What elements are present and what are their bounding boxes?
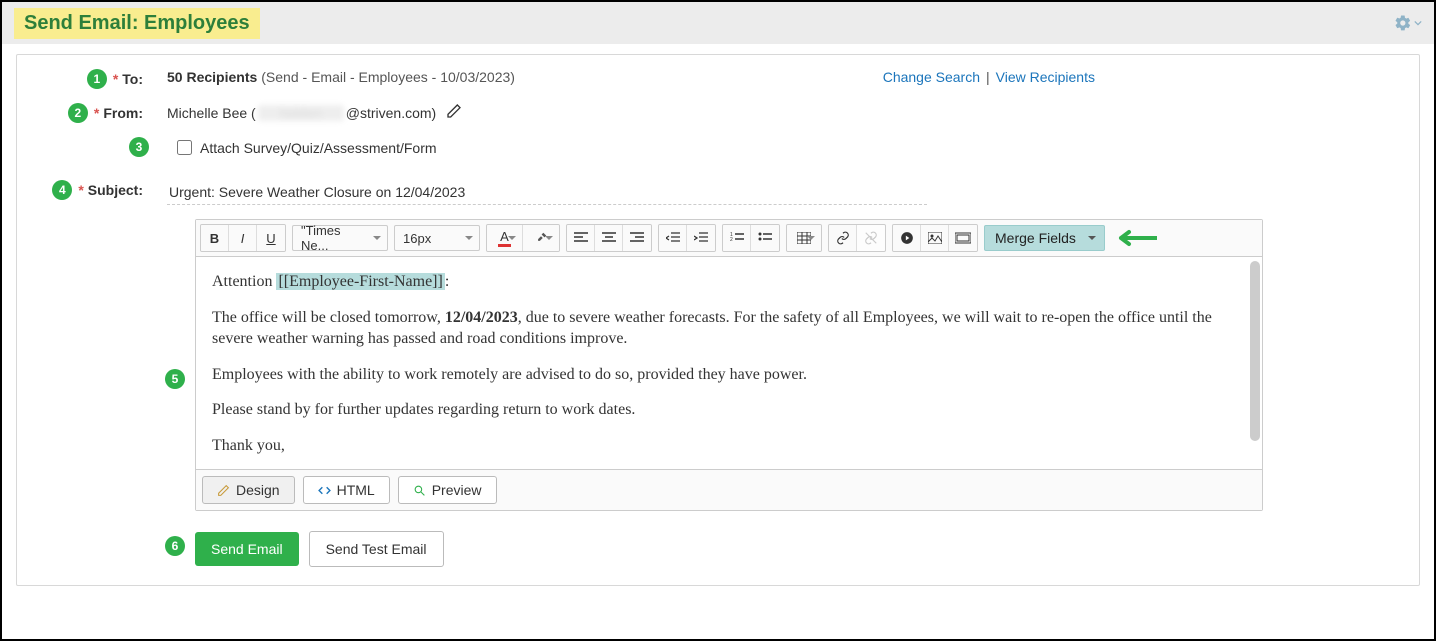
marker-3: 3 xyxy=(129,137,149,157)
from-row: 2 * From: Michelle Bee ( hidden @striven… xyxy=(39,103,1397,123)
link-separator: | xyxy=(986,69,990,85)
greeting-post: : xyxy=(445,273,449,290)
to-row: 1 * To: 50 Recipients (Send - Email - Em… xyxy=(39,69,1397,89)
tab-html-label: HTML xyxy=(337,482,375,498)
top-bar: Send Email: Employees xyxy=(2,2,1434,44)
marker-1: 1 xyxy=(87,69,107,89)
from-name: Michelle Bee ( xyxy=(167,105,256,121)
insert-image-button[interactable] xyxy=(921,225,949,251)
italic-button[interactable]: I xyxy=(229,225,257,251)
scrollbar[interactable] xyxy=(1250,261,1260,441)
numbered-list-button[interactable]: 12 xyxy=(723,225,751,251)
rich-text-editor: B I U "Times Ne... 16px A xyxy=(195,219,1263,511)
page-title: Send Email: Employees xyxy=(14,8,260,39)
body-p2: Employees with the ability to work remot… xyxy=(212,364,1246,386)
subject-label: Subject: xyxy=(88,182,143,198)
marker-5: 5 xyxy=(165,369,185,389)
actions-row: 6 Send Email Send Test Email xyxy=(195,531,1397,567)
merge-fields-dropdown[interactable]: Merge Fields xyxy=(984,225,1105,251)
tab-preview-label: Preview xyxy=(432,482,482,498)
tab-design[interactable]: Design xyxy=(202,476,295,504)
svg-text:2: 2 xyxy=(730,237,733,243)
body-p4: Thank you, xyxy=(212,435,1246,457)
bullet-list-button[interactable] xyxy=(751,225,779,251)
view-recipients-link[interactable]: View Recipients xyxy=(996,69,1095,85)
tab-html[interactable]: HTML xyxy=(303,476,390,504)
required-indicator: * xyxy=(78,182,83,198)
insert-video-button[interactable] xyxy=(893,225,921,251)
insert-table-button[interactable] xyxy=(787,225,821,251)
bold-button[interactable]: B xyxy=(201,225,229,251)
underline-button[interactable]: U xyxy=(257,225,285,251)
font-family-select[interactable]: "Times Ne... xyxy=(292,225,388,251)
editor-body[interactable]: Attention [[Employee-First-Name]]: The o… xyxy=(196,257,1262,469)
remove-link-button[interactable] xyxy=(857,225,885,251)
to-count: 50 Recipients xyxy=(167,69,257,85)
insert-media-button[interactable] xyxy=(949,225,977,251)
tab-design-label: Design xyxy=(236,482,280,498)
subject-input[interactable] xyxy=(167,180,927,205)
required-indicator: * xyxy=(113,71,118,87)
body-p3: Please stand by for further updates rega… xyxy=(212,399,1246,421)
body-p1-pre: The office will be closed tomorrow, xyxy=(212,309,445,326)
subject-row: 4 * Subject: xyxy=(39,180,1397,205)
attach-checkbox[interactable] xyxy=(177,140,192,155)
body-p1-date: 12/04/2023 xyxy=(445,309,518,326)
change-search-link[interactable]: Change Search xyxy=(883,69,980,85)
highlight-color-button[interactable] xyxy=(523,225,559,251)
to-label: To: xyxy=(122,71,143,87)
from-domain: @striven.com) xyxy=(346,105,436,121)
marker-6: 6 xyxy=(165,536,185,556)
merge-field-token: [[Employee-First-Name]] xyxy=(276,273,444,290)
outdent-button[interactable] xyxy=(659,225,687,251)
align-right-button[interactable] xyxy=(623,225,651,251)
font-color-button[interactable]: A xyxy=(487,225,523,251)
edit-from-icon[interactable] xyxy=(446,103,462,122)
font-size-select[interactable]: 16px xyxy=(394,225,480,251)
to-detail: (Send - Email - Employees - 10/03/2023) xyxy=(261,69,515,85)
tab-preview[interactable]: Preview xyxy=(398,476,497,504)
editor-toolbar: B I U "Times Ne... 16px A xyxy=(196,220,1262,257)
marker-2: 2 xyxy=(68,103,88,123)
from-label: From: xyxy=(103,105,143,121)
email-form-panel: 1 * To: 50 Recipients (Send - Email - Em… xyxy=(16,54,1420,586)
editor-mode-tabs: Design HTML Preview xyxy=(196,469,1262,510)
required-indicator: * xyxy=(94,105,99,121)
align-left-button[interactable] xyxy=(567,225,595,251)
align-center-button[interactable] xyxy=(595,225,623,251)
editor-row: 5 B I U "Times Ne... 16px A xyxy=(39,219,1397,511)
settings-gear-icon[interactable] xyxy=(1394,14,1422,32)
indent-button[interactable] xyxy=(687,225,715,251)
attach-row: 3 Attach Survey/Quiz/Assessment/Form xyxy=(39,137,1397,158)
marker-4: 4 xyxy=(52,180,72,200)
send-test-email-button[interactable]: Send Test Email xyxy=(309,531,444,567)
send-email-button[interactable]: Send Email xyxy=(195,532,299,566)
greeting-pre: Attention xyxy=(212,273,276,290)
pointer-arrow-icon xyxy=(1109,229,1157,247)
from-redacted: hidden xyxy=(258,105,344,121)
attach-label: Attach Survey/Quiz/Assessment/Form xyxy=(200,140,437,156)
insert-link-button[interactable] xyxy=(829,225,857,251)
